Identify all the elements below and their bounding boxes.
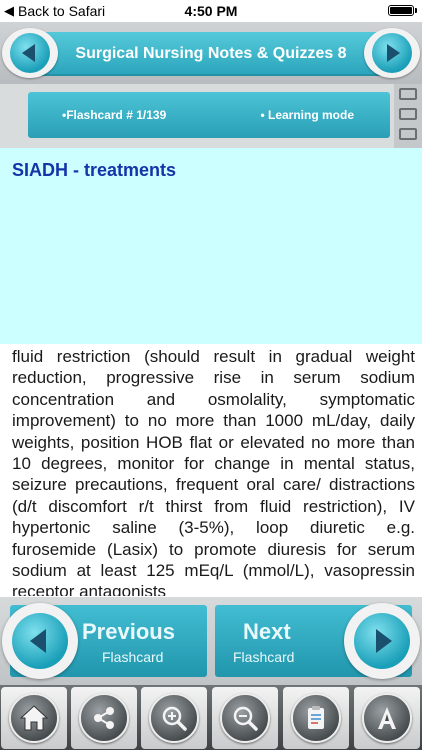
answer-text: fluid restriction (should result in grad… — [12, 347, 415, 596]
question-title: SIADH - treatments — [12, 160, 177, 180]
battery-icon — [388, 5, 417, 16]
app-title: Surgical Nursing Notes & Quizzes 8 — [38, 32, 384, 76]
share-button[interactable] — [71, 687, 137, 749]
zoom-in-button[interactable] — [141, 687, 207, 749]
zoom-out-button[interactable] — [212, 687, 278, 749]
status-bar: ◀ Back to Safari 4:50 PM — [0, 0, 422, 22]
clipboard-icon — [291, 693, 341, 743]
header-back-button[interactable] — [2, 28, 58, 78]
flashcard-navigation: Previous Flashcard Next Flashcard — [0, 597, 422, 685]
flashcard-info-area: •Flashcard # 1/139 • Learning mode — [0, 84, 422, 148]
status-time: 4:50 PM — [184, 3, 238, 19]
question-panel: SIADH - treatments — [0, 148, 422, 344]
arrow-right-icon — [354, 613, 410, 669]
previous-label: Previous — [82, 619, 175, 644]
arrow-left-icon — [10, 33, 50, 73]
flashcard-info-bar: •Flashcard # 1/139 • Learning mode — [28, 92, 390, 138]
previous-arrow-button[interactable] — [2, 603, 78, 679]
font-button[interactable] — [354, 687, 420, 749]
next-sub-label: Flashcard — [233, 649, 295, 665]
previous-sub-label: Flashcard — [102, 649, 164, 665]
home-button[interactable] — [1, 687, 67, 749]
clipboard-button[interactable] — [283, 687, 349, 749]
zoom-in-icon — [149, 693, 199, 743]
next-arrow-button[interactable] — [344, 603, 420, 679]
flashcard-counter: •Flashcard # 1/139 — [62, 108, 167, 122]
bottom-toolbar — [0, 685, 422, 750]
learning-mode-label: • Learning mode — [260, 108, 354, 122]
filmstrip-icon[interactable] — [394, 84, 422, 148]
share-icon — [79, 693, 129, 743]
home-icon — [9, 693, 59, 743]
zoom-out-icon — [220, 693, 270, 743]
next-label: Next — [243, 619, 291, 644]
arrow-right-icon — [372, 33, 412, 73]
font-icon — [362, 693, 412, 743]
header-forward-button[interactable] — [364, 28, 420, 78]
arrow-left-icon — [12, 613, 68, 669]
title-bar: Surgical Nursing Notes & Quizzes 8 — [0, 22, 422, 84]
